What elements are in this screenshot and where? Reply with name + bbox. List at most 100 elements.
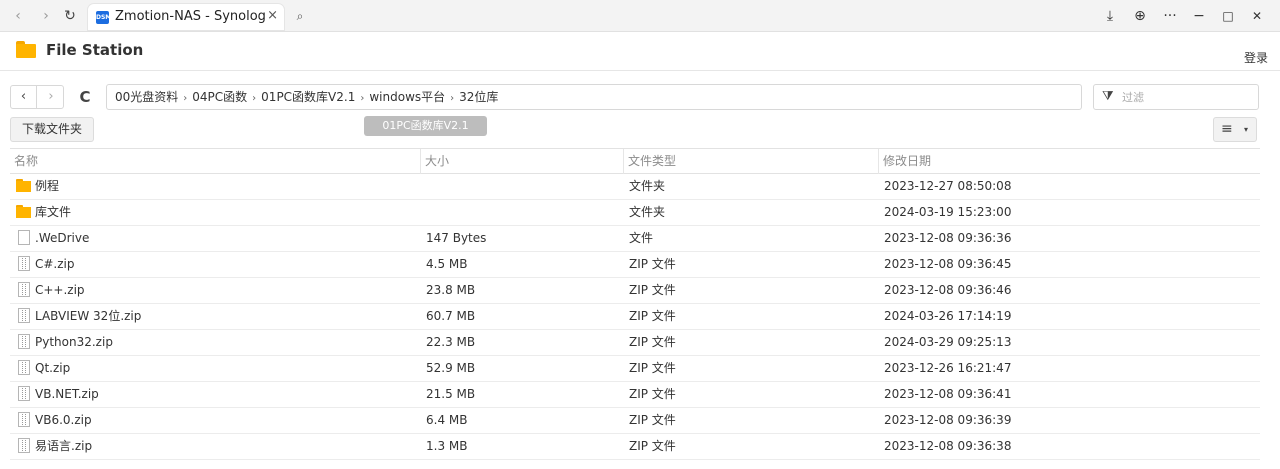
column-header-type[interactable]: 文件类型 bbox=[623, 149, 875, 174]
file-size-cell: 6.4 MB bbox=[426, 413, 468, 427]
synology-favicon-icon: DSM bbox=[96, 11, 111, 24]
file-type-cell: ZIP 文件 bbox=[629, 335, 676, 349]
filter-field[interactable]: ⧩ bbox=[1093, 84, 1259, 110]
file-type-cell: 文件夹 bbox=[629, 205, 666, 219]
file-type-cell: 文件 bbox=[629, 231, 654, 245]
modified-date-cell: 2023-12-08 09:36:38 bbox=[884, 439, 1012, 453]
breadcrumb-separator-icon: › bbox=[450, 93, 455, 104]
tab-search-icon[interactable]: ⌕ bbox=[290, 6, 310, 26]
zip-file-icon bbox=[16, 334, 31, 349]
file-type-cell: ZIP 文件 bbox=[629, 361, 676, 375]
file-type-cell: ZIP 文件 bbox=[629, 309, 676, 323]
download-icon[interactable]: ⤓ bbox=[1100, 6, 1120, 26]
table-row[interactable]: VB6.0.zip 6.4 MB ZIP 文件 2023-12-08 09:36:39 bbox=[10, 408, 1260, 434]
column-header-size[interactable]: 大小 bbox=[420, 149, 620, 174]
chevron-down-icon: ▾ bbox=[1244, 125, 1249, 134]
browser-toolbar: ‹ › ↻ DSM Zmotion-NAS - Synology N × ⌕ ⤓… bbox=[0, 0, 1280, 32]
filter-input[interactable] bbox=[1122, 88, 1252, 106]
breadcrumb-item-current[interactable]: 32位库 bbox=[459, 85, 498, 109]
view-mode-button[interactable]: ≡ ▾ bbox=[1213, 117, 1257, 142]
file-size-cell: 21.5 MB bbox=[426, 387, 476, 401]
file-size-cell: 52.9 MB bbox=[426, 361, 476, 375]
modified-date-cell: 2023-12-08 09:36:39 bbox=[884, 413, 1012, 427]
file-name: Python32.zip bbox=[35, 335, 113, 349]
file-size-cell: 22.3 MB bbox=[426, 335, 476, 349]
file-type-cell: ZIP 文件 bbox=[629, 257, 676, 271]
filter-icon: ⧩ bbox=[1102, 89, 1114, 104]
back-button[interactable]: ‹ bbox=[11, 86, 37, 108]
zip-file-icon bbox=[16, 282, 31, 297]
table-row[interactable]: 例程 文件夹 2023-12-27 08:50:08 bbox=[10, 174, 1260, 200]
zip-file-icon bbox=[16, 412, 31, 427]
breadcrumb-item[interactable]: 01PC函数库V2.1 bbox=[261, 85, 355, 109]
file-icon bbox=[16, 230, 31, 245]
more-icon[interactable]: ··· bbox=[1160, 6, 1180, 26]
file-type-cell: 文件夹 bbox=[629, 179, 666, 193]
file-name: .WeDrive bbox=[35, 231, 90, 245]
file-name: C++.zip bbox=[35, 283, 85, 297]
minimize-button[interactable]: − bbox=[1189, 6, 1209, 26]
globe-icon[interactable]: ⊕ bbox=[1130, 6, 1150, 26]
column-header-modified[interactable]: 修改日期 bbox=[878, 149, 1258, 174]
table-row[interactable]: 库文件 文件夹 2024-03-19 15:23:00 bbox=[10, 200, 1260, 226]
file-size-cell: 1.3 MB bbox=[426, 439, 468, 453]
file-type-cell: ZIP 文件 bbox=[629, 439, 676, 453]
column-header-name[interactable]: 名称 bbox=[10, 149, 416, 174]
breadcrumb-separator-icon: › bbox=[360, 93, 365, 104]
zip-file-icon bbox=[16, 438, 31, 453]
breadcrumb-item[interactable]: windows平台 bbox=[369, 85, 445, 109]
table-row[interactable]: Python32.zip 22.3 MB ZIP 文件 2024-03-29 09:2… bbox=[10, 330, 1260, 356]
folder-icon bbox=[16, 179, 31, 193]
app-header: File Station 登录 bbox=[0, 33, 1280, 71]
breadcrumb-item[interactable]: 00光盘资料 bbox=[115, 85, 178, 109]
breadcrumb-separator-icon: › bbox=[183, 93, 188, 104]
table-row[interactable]: Qt.zip 52.9 MB ZIP 文件 2023-12-26 16:21:47 bbox=[10, 356, 1260, 382]
browser-forward-button[interactable]: › bbox=[36, 6, 56, 26]
breadcrumb-separator-icon: › bbox=[252, 93, 257, 104]
tab-close-icon[interactable]: × bbox=[267, 8, 278, 23]
breadcrumb-item[interactable]: 04PC函数 bbox=[192, 85, 247, 109]
table-row[interactable]: .WeDrive 147 Bytes 文件 2023-12-08 09:36:36 bbox=[10, 226, 1260, 252]
zip-file-icon bbox=[16, 308, 31, 323]
file-name: VB.NET.zip bbox=[35, 387, 99, 401]
download-folder-button[interactable]: 下载文件夹 bbox=[10, 117, 94, 142]
modified-date-cell: 2024-03-26 17:14:19 bbox=[884, 309, 1012, 323]
modified-date-cell: 2023-12-27 08:50:08 bbox=[884, 179, 1012, 193]
browser-reload-button[interactable]: ↻ bbox=[60, 6, 80, 26]
file-name: 例程 bbox=[35, 179, 60, 193]
browser-tab[interactable]: DSM Zmotion-NAS - Synology N × bbox=[88, 4, 284, 30]
refresh-button[interactable]: C bbox=[72, 85, 98, 109]
zip-file-icon bbox=[16, 256, 31, 271]
file-type-cell: ZIP 文件 bbox=[629, 413, 676, 427]
modified-date-cell: 2023-12-26 16:21:47 bbox=[884, 361, 1012, 375]
table-header: 名称 大小 文件类型 修改日期 bbox=[10, 148, 1260, 174]
table-row[interactable]: LABVIEW 32位.zip 60.7 MB ZIP 文件 2024-03-26 1… bbox=[10, 304, 1260, 330]
file-size-cell: 4.5 MB bbox=[426, 257, 468, 271]
table-row[interactable]: C++.zip 23.8 MB ZIP 文件 2023-12-08 09:36:46 bbox=[10, 278, 1260, 304]
app-title: File Station bbox=[46, 41, 144, 59]
file-list-table: 名称 大小 文件类型 修改日期 例程 文件夹 2023-12-27 08:50:08… bbox=[10, 148, 1260, 460]
zip-file-icon bbox=[16, 386, 31, 401]
forward-button[interactable]: › bbox=[38, 86, 64, 108]
history-nav: ‹ › bbox=[10, 85, 64, 109]
modified-date-cell: 2024-03-19 15:23:00 bbox=[884, 205, 1012, 219]
breadcrumb[interactable]: 00光盘资料 › 04PC函数 › 01PC函数库V2.1 › windows平台 › 32位库 bbox=[106, 84, 1082, 110]
file-type-cell: ZIP 文件 bbox=[629, 283, 676, 297]
browser-back-button[interactable]: ‹ bbox=[8, 6, 28, 26]
file-size-cell: 23.8 MB bbox=[426, 283, 476, 297]
modified-date-cell: 2023-12-08 09:36:41 bbox=[884, 387, 1012, 401]
window-close-button[interactable]: ✕ bbox=[1247, 6, 1267, 26]
modified-date-cell: 2024-03-29 09:25:13 bbox=[884, 335, 1012, 349]
table-row[interactable]: VB.NET.zip 21.5 MB ZIP 文件 2023-12-08 09:36:… bbox=[10, 382, 1260, 408]
login-link[interactable]: 登录 bbox=[1244, 49, 1268, 66]
file-name: 易语言.zip bbox=[35, 439, 93, 453]
table-row[interactable]: C#.zip 4.5 MB ZIP 文件 2023-12-08 09:36:45 bbox=[10, 252, 1260, 278]
list-view-icon: ≡ bbox=[1221, 121, 1233, 137]
file-name: VB6.0.zip bbox=[35, 413, 92, 427]
table-body: 例程 文件夹 2023-12-27 08:50:08 库文件 文件夹 2024-03-19… bbox=[10, 174, 1260, 460]
file-type-cell: ZIP 文件 bbox=[629, 387, 676, 401]
file-name: C#.zip bbox=[35, 257, 75, 271]
table-row[interactable]: 易语言.zip 1.3 MB ZIP 文件 2023-12-08 09:36:38 bbox=[10, 434, 1260, 460]
file-name: Qt.zip bbox=[35, 361, 71, 375]
maximize-button[interactable]: □ bbox=[1218, 6, 1238, 26]
